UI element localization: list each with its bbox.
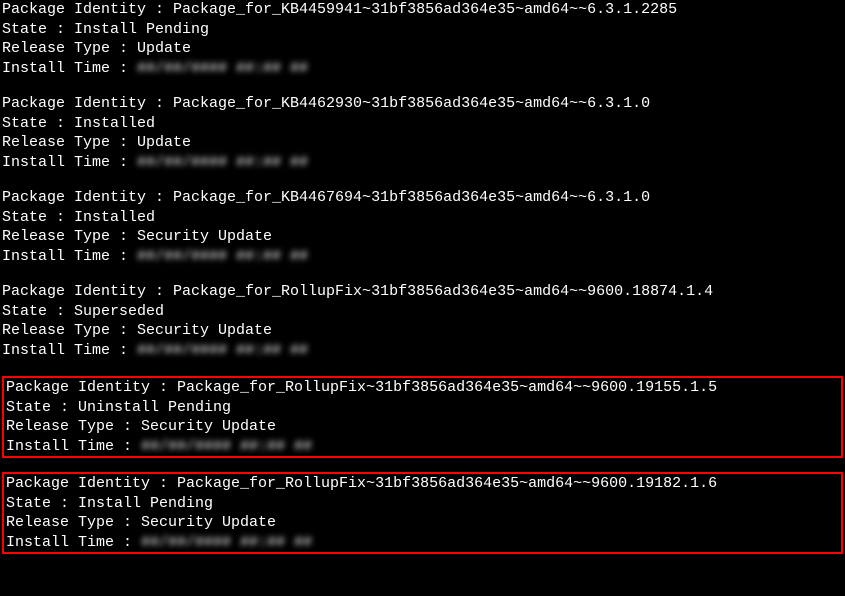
install-time-line: Install Time : ##/##/#### ##:## ## [2, 153, 843, 173]
release-type-line: Release Type : Security Update [2, 227, 843, 247]
state-line: State : Installed [2, 114, 843, 134]
label-release-type: Release Type : [6, 418, 141, 435]
release-type-value: Update [137, 40, 191, 57]
package-identity-line: Package Identity : Package_for_KB4462930… [2, 94, 843, 114]
state-line: State : Superseded [2, 302, 843, 322]
state-value: Install Pending [78, 495, 213, 512]
label-state: State : [2, 303, 74, 320]
release-type-line: Release Type : Security Update [4, 417, 841, 437]
release-type-line: Release Type : Update [2, 133, 843, 153]
label-release-type: Release Type : [6, 514, 141, 531]
label-release-type: Release Type : [2, 134, 137, 151]
terminal-output: Package Identity : Package_for_KB4459941… [0, 0, 845, 554]
package-identity-value: Package_for_KB4462930~31bf3856ad364e35~a… [173, 95, 650, 112]
package-block-highlighted: Package Identity : Package_for_RollupFix… [2, 376, 843, 458]
label-package-identity: Package Identity : [2, 95, 173, 112]
label-state: State : [6, 495, 78, 512]
install-time-line: Install Time : ##/##/#### ##:## ## [4, 437, 841, 457]
label-package-identity: Package Identity : [2, 283, 173, 300]
label-install-time: Install Time : [2, 248, 137, 265]
release-type-value: Security Update [137, 322, 272, 339]
package-identity-value: Package_for_RollupFix~31bf3856ad364e35~a… [173, 283, 713, 300]
install-time-line: Install Time : ##/##/#### ##:## ## [4, 533, 841, 553]
label-install-time: Install Time : [2, 342, 137, 359]
state-line: State : Install Pending [2, 20, 843, 40]
package-identity-value: Package_for_RollupFix~31bf3856ad364e35~a… [177, 379, 717, 396]
label-state: State : [2, 209, 74, 226]
install-time-line: Install Time : ##/##/#### ##:## ## [2, 59, 843, 79]
package-identity-value: Package_for_RollupFix~31bf3856ad364e35~a… [177, 475, 717, 492]
state-value: Install Pending [74, 21, 209, 38]
release-type-line: Release Type : Security Update [2, 321, 843, 341]
label-release-type: Release Type : [2, 40, 137, 57]
package-identity-line: Package Identity : Package_for_KB4459941… [2, 0, 843, 20]
state-value: Uninstall Pending [78, 399, 231, 416]
release-type-value: Security Update [141, 514, 276, 531]
label-release-type: Release Type : [2, 322, 137, 339]
install-time-line: Install Time : ##/##/#### ##:## ## [2, 247, 843, 267]
label-install-time: Install Time : [2, 154, 137, 171]
install-time-redacted: ##/##/#### ##:## ## [137, 59, 308, 79]
state-line: State : Installed [2, 208, 843, 228]
package-identity-line: Package Identity : Package_for_KB4467694… [2, 188, 843, 208]
label-state: State : [2, 115, 74, 132]
label-state: State : [2, 21, 74, 38]
install-time-line: Install Time : ##/##/#### ##:## ## [2, 341, 843, 361]
release-type-line: Release Type : Security Update [4, 513, 841, 533]
state-value: Installed [74, 209, 155, 226]
state-value: Superseded [74, 303, 164, 320]
package-block: Package Identity : Package_for_KB4467694… [2, 188, 843, 266]
label-release-type: Release Type : [2, 228, 137, 245]
label-package-identity: Package Identity : [6, 379, 177, 396]
label-install-time: Install Time : [6, 438, 141, 455]
state-line: State : Uninstall Pending [4, 398, 841, 418]
package-identity-value: Package_for_KB4459941~31bf3856ad364e35~a… [173, 1, 677, 18]
label-state: State : [6, 399, 78, 416]
state-value: Installed [74, 115, 155, 132]
package-identity-line: Package Identity : Package_for_RollupFix… [4, 378, 841, 398]
package-identity-value: Package_for_KB4467694~31bf3856ad364e35~a… [173, 189, 650, 206]
package-block: Package Identity : Package_for_KB4462930… [2, 94, 843, 172]
label-package-identity: Package Identity : [2, 189, 173, 206]
release-type-line: Release Type : Update [2, 39, 843, 59]
label-install-time: Install Time : [2, 60, 137, 77]
label-package-identity: Package Identity : [2, 1, 173, 18]
install-time-redacted: ##/##/#### ##:## ## [137, 153, 308, 173]
package-identity-line: Package Identity : Package_for_RollupFix… [2, 282, 843, 302]
label-package-identity: Package Identity : [6, 475, 177, 492]
release-type-value: Security Update [141, 418, 276, 435]
package-block-highlighted: Package Identity : Package_for_RollupFix… [2, 472, 843, 554]
install-time-redacted: ##/##/#### ##:## ## [137, 341, 308, 361]
release-type-value: Security Update [137, 228, 272, 245]
install-time-redacted: ##/##/#### ##:## ## [141, 437, 312, 457]
package-identity-line: Package Identity : Package_for_RollupFix… [4, 474, 841, 494]
state-line: State : Install Pending [4, 494, 841, 514]
label-install-time: Install Time : [6, 534, 141, 551]
install-time-redacted: ##/##/#### ##:## ## [137, 247, 308, 267]
release-type-value: Update [137, 134, 191, 151]
package-block: Package Identity : Package_for_RollupFix… [2, 282, 843, 360]
package-block: Package Identity : Package_for_KB4459941… [2, 0, 843, 78]
install-time-redacted: ##/##/#### ##:## ## [141, 533, 312, 553]
